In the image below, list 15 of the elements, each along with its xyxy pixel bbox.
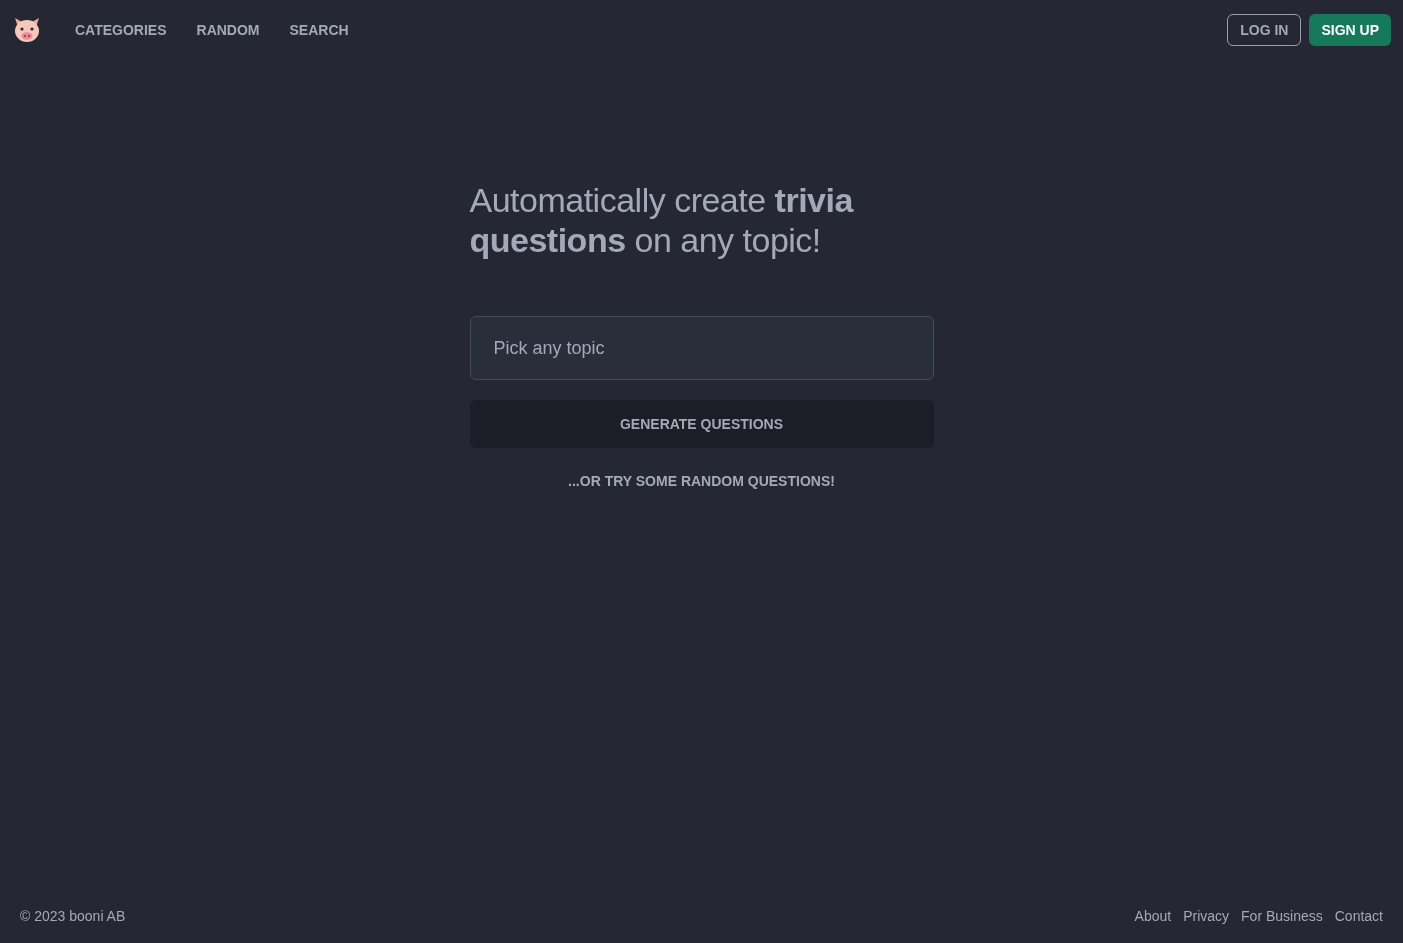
footer-link[interactable]: Contact <box>1334 908 1383 924</box>
login-button[interactable]: LOG IN <box>1227 14 1302 46</box>
nav-link[interactable]: CATEGORIES <box>75 22 167 38</box>
generate-questions-button[interactable]: GENERATE QUESTIONS <box>469 400 934 448</box>
footer-link[interactable]: For Business <box>1241 908 1323 924</box>
copyright-text: © 2023 booni AB <box>20 908 126 924</box>
random-questions-link[interactable]: ...OR TRY SOME RANDOM QUESTIONS! <box>568 473 835 489</box>
topic-input-field[interactable]: Pick any topic <box>469 316 934 380</box>
nav-link[interactable]: RANDOM <box>196 22 260 38</box>
signup-button[interactable]: SIGN UP <box>1309 14 1391 46</box>
pig-logo-icon[interactable] <box>12 15 42 45</box>
nav-link[interactable]: SEARCH <box>289 22 349 38</box>
footer-link[interactable]: About <box>1134 908 1172 924</box>
headline: Automatically create trivia questions on any topic! <box>469 180 855 260</box>
footer-link[interactable]: Privacy <box>1183 908 1230 924</box>
